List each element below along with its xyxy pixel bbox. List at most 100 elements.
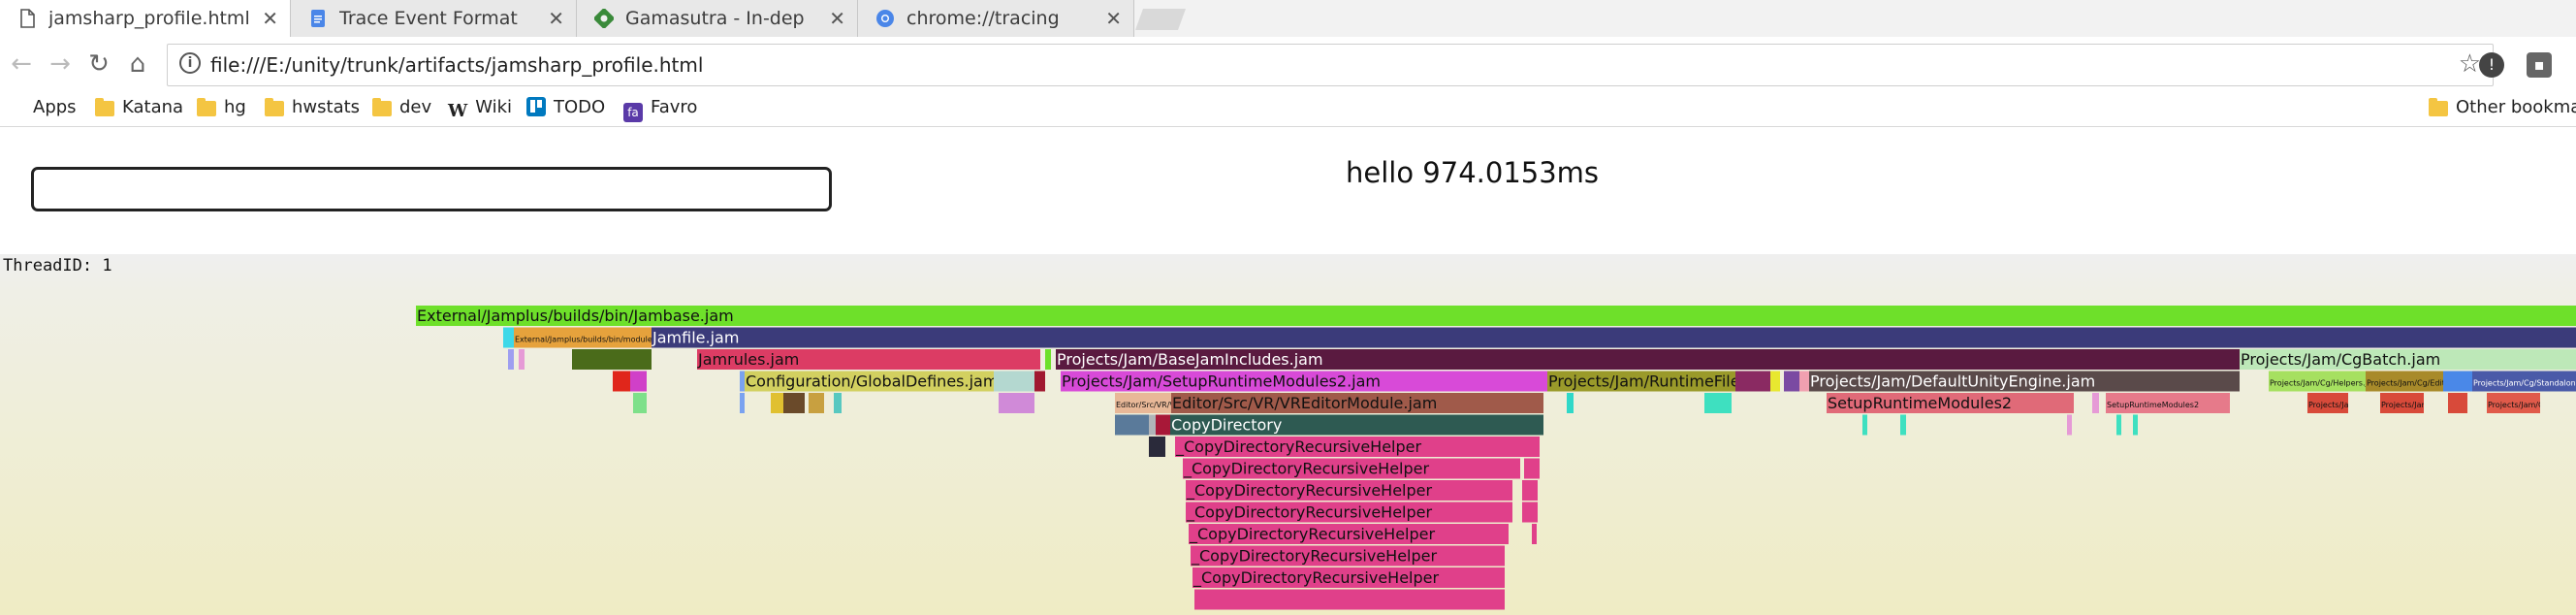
flame-bar[interactable]: _CopyDirectoryRecursiveHelper: [1175, 437, 1540, 457]
flame-bar[interactable]: [503, 327, 514, 348]
flame-bar-rect[interactable]: [1770, 371, 1780, 392]
flame-bar-rect[interactable]: [2133, 414, 2138, 436]
flame-bar[interactable]: [572, 349, 652, 370]
flame-bar[interactable]: [1704, 393, 1732, 413]
flame-bar-rect[interactable]: [771, 393, 783, 413]
flame-bar[interactable]: [2067, 414, 2072, 436]
flame-bar[interactable]: [1522, 480, 1538, 501]
flame-bar[interactable]: Editor/Src/VR/VREditorModule.jam: [1171, 393, 1543, 413]
flame-bar[interactable]: [994, 371, 1034, 392]
flame-bar-rect[interactable]: [1862, 414, 1867, 436]
flame-bar[interactable]: [1799, 371, 1809, 392]
flame-bar-rect[interactable]: [1522, 480, 1538, 501]
flame-bar[interactable]: Projects/Jam/CgBatch.jam: [2240, 349, 2576, 370]
flame-bar[interactable]: [633, 393, 647, 413]
flame-bar-rect[interactable]: [1156, 414, 1170, 436]
flame-bar[interactable]: Projects/Jam/Cg/Helpers.jam: [2269, 371, 2380, 392]
flame-bar[interactable]: [630, 371, 647, 392]
flame-bar[interactable]: _CopyDirectoryRecursiveHelper: [1186, 502, 1512, 523]
flame-bar[interactable]: [1045, 349, 1051, 370]
flame-bar[interactable]: [999, 393, 1034, 413]
flame-bar[interactable]: [1034, 371, 1045, 392]
flame-bar-rect[interactable]: [1784, 371, 1799, 392]
flame-bar[interactable]: _CopyDirectoryRecursiveHelper: [1183, 458, 1520, 479]
flame-bar[interactable]: Projects/Jam/SetupRuntimeModules2.jam: [1061, 371, 1547, 392]
flame-bar-rect[interactable]: [2448, 393, 2467, 413]
flame-bar[interactable]: [2116, 414, 2121, 436]
flame-bar-rect[interactable]: [783, 393, 805, 413]
flame-bar[interactable]: [1900, 414, 1906, 436]
flame-bar[interactable]: Jamrules.jam: [697, 349, 1040, 370]
flame-bar[interactable]: [834, 393, 842, 413]
flame-bar[interactable]: Projects/Jam/BaseJamIncludes.jam: [1056, 349, 2240, 370]
flame-bar[interactable]: [1735, 371, 1770, 392]
flame-bar[interactable]: [1532, 524, 1537, 544]
flame-bar[interactable]: [613, 371, 630, 392]
flame-bar[interactable]: [771, 393, 783, 413]
flame-bar[interactable]: CopyDirectory: [1170, 414, 1543, 436]
flame-bar-rect[interactable]: [809, 393, 824, 413]
flame-bar[interactable]: [2443, 371, 2472, 392]
flame-bar-rect[interactable]: [572, 349, 652, 370]
flame-bar[interactable]: _CopyDirectoryRecursiveHelper: [1191, 545, 1505, 566]
flame-bar[interactable]: Projects/Jam/Cg/Standalone.jam: [2472, 371, 2576, 392]
flame-bar-rect[interactable]: [740, 371, 745, 392]
flame-bar-rect[interactable]: [1115, 414, 1149, 436]
flame-bar-rect[interactable]: [2443, 371, 2472, 392]
flame-bar[interactable]: [519, 349, 525, 370]
flame-bar[interactable]: _CopyDirectoryRecursiveHelper: [1189, 524, 1509, 544]
flame-bar-rect[interactable]: [740, 393, 745, 413]
flame-bar[interactable]: Projects/Jam/Cg.jam: [2380, 393, 2459, 413]
flame-bar[interactable]: [2448, 393, 2467, 413]
flame-bar[interactable]: _CopyDirectoryRecursiveHelper: [1193, 567, 1505, 588]
flame-bar-rect[interactable]: [834, 393, 842, 413]
flame-bar-rect[interactable]: [503, 327, 514, 348]
flame-bar[interactable]: [1149, 437, 1165, 457]
flame-bar[interactable]: [1770, 371, 1780, 392]
flame-bar[interactable]: External/Jamplus/builds/bin/modules: [514, 327, 656, 348]
flame-bar-rect[interactable]: [2116, 414, 2121, 436]
flame-bar[interactable]: [1115, 414, 1149, 436]
flame-bar-rect[interactable]: [652, 327, 2576, 348]
flame-bar-rect[interactable]: [999, 393, 1034, 413]
flame-bar-rect[interactable]: [1567, 393, 1574, 413]
flame-bar-rect[interactable]: [994, 371, 1034, 392]
flame-bar[interactable]: [508, 349, 514, 370]
flame-bar[interactable]: [1784, 371, 1799, 392]
flame-bar[interactable]: [1567, 393, 1574, 413]
flame-bar[interactable]: Projects/Jam/Cg.jam: [2487, 393, 2565, 413]
flame-bar[interactable]: [740, 393, 745, 413]
flame-bar[interactable]: [809, 393, 824, 413]
flame-bar-rect[interactable]: [1704, 393, 1732, 413]
flame-bar[interactable]: SetupRuntimeModules2: [2106, 393, 2230, 413]
flame-bar[interactable]: [2133, 414, 2138, 436]
flame-bar-rect[interactable]: [1194, 589, 1505, 610]
flame-bar[interactable]: [1522, 502, 1538, 523]
flame-bar[interactable]: [783, 393, 805, 413]
flame-bar[interactable]: [740, 371, 745, 392]
flame-bar-rect[interactable]: [1149, 414, 1156, 436]
flame-bar-rect[interactable]: [633, 393, 647, 413]
flame-bar[interactable]: External/Jamplus/builds/bin/Jambase.jam: [416, 306, 2576, 326]
flame-bar-rect[interactable]: [416, 306, 2576, 326]
flame-bar[interactable]: SetupRuntimeModules2: [1827, 393, 2074, 413]
flame-bar[interactable]: Projects/Jam/DefaultUnityEngine.jam: [1809, 371, 2240, 392]
flame-bar-rect[interactable]: [1522, 502, 1538, 523]
flame-bar-rect[interactable]: [1900, 414, 1906, 436]
flame-bar[interactable]: [2092, 393, 2099, 413]
flame-bar[interactable]: [1156, 414, 1170, 436]
flame-bar[interactable]: [1862, 414, 1867, 436]
flame-bar-rect[interactable]: [1149, 437, 1165, 457]
flame-bar-rect[interactable]: [2092, 393, 2099, 413]
flame-bar-rect[interactable]: [1045, 349, 1051, 370]
flame-bar[interactable]: [1149, 414, 1156, 436]
flame-bar-rect[interactable]: [508, 349, 514, 370]
flame-bar[interactable]: Jamfile.jam: [652, 327, 2576, 348]
flame-bar-rect[interactable]: [1524, 458, 1540, 479]
flame-bar-rect[interactable]: [2067, 414, 2072, 436]
flame-bar[interactable]: [1524, 458, 1540, 479]
flame-bar-rect[interactable]: [1735, 371, 1770, 392]
flame-bar-rect[interactable]: [1034, 371, 1045, 392]
flame-bar[interactable]: [1194, 589, 1505, 610]
flame-bar-rect[interactable]: [630, 371, 647, 392]
